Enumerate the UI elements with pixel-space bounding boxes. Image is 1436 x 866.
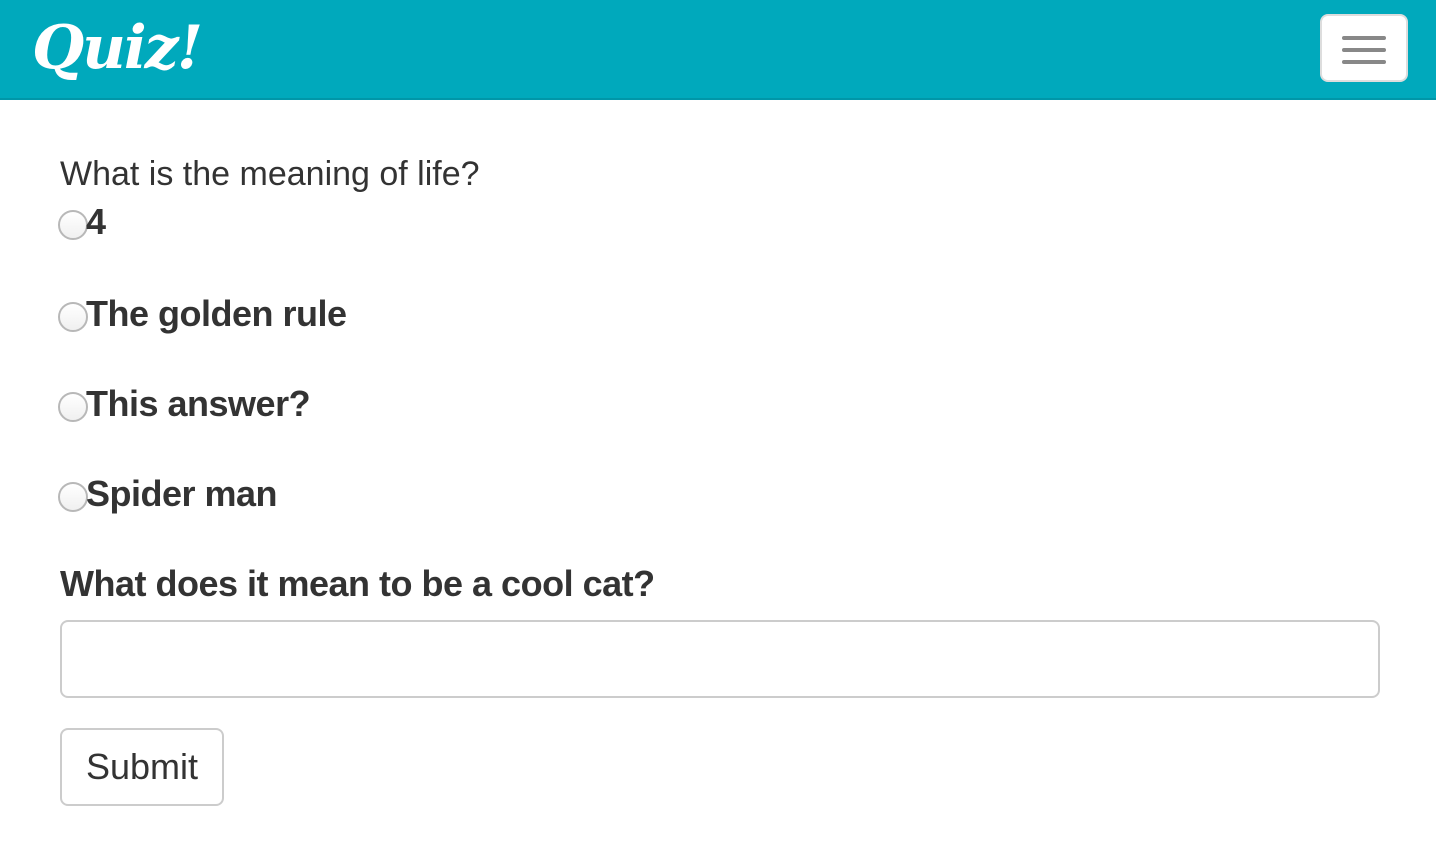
- submit-button[interactable]: Submit: [60, 728, 224, 806]
- radio-button[interactable]: [58, 302, 88, 332]
- option-label: The golden rule: [86, 293, 347, 334]
- hamburger-menu-icon: [1342, 36, 1386, 40]
- navbar: Quiz!: [0, 0, 1436, 100]
- radio-button[interactable]: [58, 482, 88, 512]
- question-2-label: What does it mean to be a cool cat?: [60, 563, 655, 604]
- option-label: Spider man: [86, 473, 278, 514]
- radio-button[interactable]: [58, 392, 88, 422]
- question-1-label: What is the meaning of life?: [60, 155, 480, 193]
- question-2-answer-input[interactable]: [60, 620, 1380, 698]
- option-label: 4: [86, 201, 106, 242]
- navbar-toggle-button[interactable]: [1320, 14, 1408, 82]
- option-label: This answer?: [86, 383, 311, 424]
- hamburger-menu-icon-bar: [1342, 48, 1386, 52]
- hamburger-menu-icon-bar: [1342, 60, 1386, 64]
- radio-button[interactable]: [58, 210, 88, 240]
- brand-logo[interactable]: Quiz!: [32, 8, 203, 88]
